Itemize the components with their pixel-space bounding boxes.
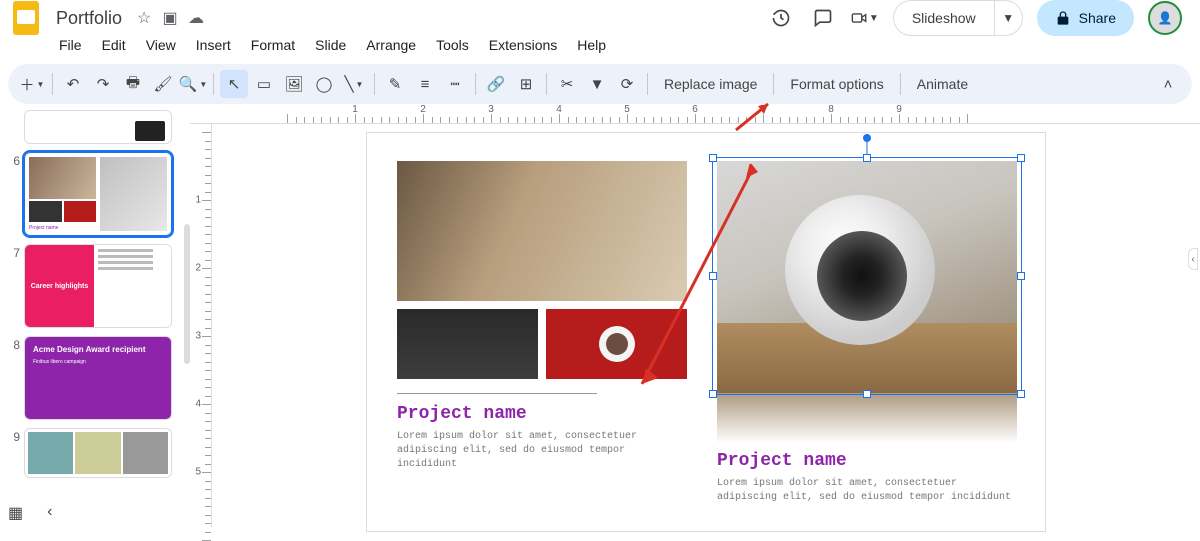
slide-number: 8	[6, 336, 20, 352]
thumb7-label: Career highlights	[25, 245, 94, 327]
document-title[interactable]: Portfolio	[50, 6, 128, 31]
share-button[interactable]: Share	[1037, 0, 1134, 36]
filmstrip: 5 6 Project name 7 Career h	[0, 104, 190, 527]
textbox-tool[interactable]: ▭	[250, 70, 278, 98]
horizontal-ruler[interactable]: 123456789	[190, 104, 1200, 124]
menu-help[interactable]: Help	[568, 35, 615, 55]
link-button[interactable]: 🔗	[482, 70, 510, 98]
resize-handle-nw[interactable]	[709, 154, 717, 162]
animate-button[interactable]: Animate	[907, 70, 978, 98]
slide-thumb-5[interactable]	[24, 110, 172, 144]
star-icon[interactable]: ☆	[134, 8, 154, 28]
shape-tool[interactable]: ◯	[310, 70, 338, 98]
image-cameras[interactable]	[397, 309, 538, 379]
line-tool[interactable]: ╲▼	[340, 70, 368, 98]
lock-icon	[1055, 10, 1071, 26]
canvas-area: 123456789 12345 Project name Lorem ipsum…	[190, 104, 1200, 527]
project-left: Project name Lorem ipsum dolor sit amet,…	[397, 161, 687, 472]
menu-tools[interactable]: Tools	[427, 35, 478, 55]
select-tool[interactable]: ↖	[220, 70, 248, 98]
mask-button[interactable]: ▼	[583, 70, 611, 98]
replace-image-button[interactable]: Replace image	[654, 70, 767, 98]
resize-handle-ne[interactable]	[1017, 154, 1025, 162]
app-icon[interactable]	[8, 0, 44, 36]
resize-handle-w[interactable]	[709, 272, 717, 280]
image-reflection	[717, 393, 1017, 443]
border-dash-button[interactable]: ┉	[441, 70, 469, 98]
print-button[interactable]: 🖶	[119, 70, 147, 98]
menu-insert[interactable]: Insert	[187, 35, 240, 55]
filmstrip-prev-icon[interactable]: ‹	[47, 503, 52, 523]
image-tool[interactable]: 🖼	[280, 70, 308, 98]
project-left-title[interactable]: Project name	[397, 404, 687, 424]
slide-number: 7	[6, 244, 20, 260]
menu-file[interactable]: File	[50, 35, 91, 55]
slideshow-dropdown[interactable]: ▼	[994, 1, 1022, 35]
version-history-icon[interactable]	[767, 4, 795, 32]
thumb8-sub: Finibus libero campaign	[33, 359, 163, 365]
image-coffee-cup[interactable]	[546, 309, 687, 379]
resize-handle-sw[interactable]	[709, 390, 717, 398]
cloud-status-icon[interactable]: ☁	[186, 8, 206, 28]
image-hand-piano[interactable]	[397, 161, 687, 301]
rotate-handle[interactable]	[863, 134, 871, 142]
meet-camera-icon[interactable]: ▼	[851, 4, 879, 32]
image-speaker[interactable]	[717, 161, 1017, 393]
menu-view[interactable]: View	[137, 35, 185, 55]
project-left-body[interactable]: Lorem ipsum dolor sit amet, consectetuer…	[397, 430, 687, 472]
slideshow-button[interactable]: Slideshow	[894, 1, 994, 35]
new-slide-button[interactable]: ＋▼	[18, 70, 46, 98]
reset-image-button[interactable]: ⟳	[613, 70, 641, 98]
menu-edit[interactable]: Edit	[93, 35, 135, 55]
menu-arrange[interactable]: Arrange	[357, 35, 425, 55]
slide-thumb-9[interactable]	[24, 428, 172, 478]
slide-thumb-7[interactable]: Career highlights	[24, 244, 172, 328]
menu-extensions[interactable]: Extensions	[480, 35, 566, 55]
menu-format[interactable]: Format	[242, 35, 304, 55]
paint-format-button[interactable]: 🖌	[149, 70, 177, 98]
thumb8-label: Acme Design Award recipient	[33, 345, 145, 354]
crop-button[interactable]: ✂	[553, 70, 581, 98]
comment-button[interactable]: ⊞	[512, 70, 540, 98]
redo-button[interactable]: ↷	[89, 70, 117, 98]
undo-button[interactable]: ↶	[59, 70, 87, 98]
slide-number: 6	[6, 152, 20, 168]
slide-canvas[interactable]: Project name Lorem ipsum dolor sit amet,…	[366, 132, 1046, 532]
format-options-button[interactable]: Format options	[780, 70, 893, 98]
comments-icon[interactable]	[809, 4, 837, 32]
resize-handle-se[interactable]	[1017, 390, 1025, 398]
account-avatar[interactable]: 👤	[1148, 1, 1182, 35]
vertical-ruler[interactable]: 12345	[190, 124, 212, 527]
project-right: Project name Lorem ipsum dolor sit amet,…	[717, 161, 1017, 505]
project-right-title[interactable]: Project name	[717, 451, 1017, 471]
slide-thumb-8[interactable]: Acme Design Award recipient Finibus liber…	[24, 336, 172, 420]
resize-handle-e[interactable]	[1017, 272, 1025, 280]
menu-slide[interactable]: Slide	[306, 35, 355, 55]
border-color-button[interactable]: ✎	[381, 70, 409, 98]
divider	[397, 393, 597, 394]
slide-thumb-6[interactable]: Project name	[24, 152, 172, 236]
toolbar: ＋▼ ↶ ↷ 🖶 🖌 🔍▼ ↖ ▭ 🖼 ◯ ╲▼ ✎ ≡ ┉ 🔗 ⊞ ✂ ▼ ⟳…	[8, 64, 1192, 104]
side-panel-toggle[interactable]: ‹	[1188, 248, 1198, 270]
share-label: Share	[1079, 10, 1116, 26]
project-right-body[interactable]: Lorem ipsum dolor sit amet, consectetuer…	[717, 477, 1017, 505]
slide-number: 9	[6, 428, 20, 444]
border-weight-button[interactable]: ≡	[411, 70, 439, 98]
collapse-toolbar-button[interactable]: ˄	[1154, 70, 1182, 98]
zoom-button[interactable]: 🔍▼	[179, 70, 207, 98]
move-folder-icon[interactable]: ▣	[160, 8, 180, 28]
grid-view-icon[interactable]: ▦	[8, 503, 23, 523]
